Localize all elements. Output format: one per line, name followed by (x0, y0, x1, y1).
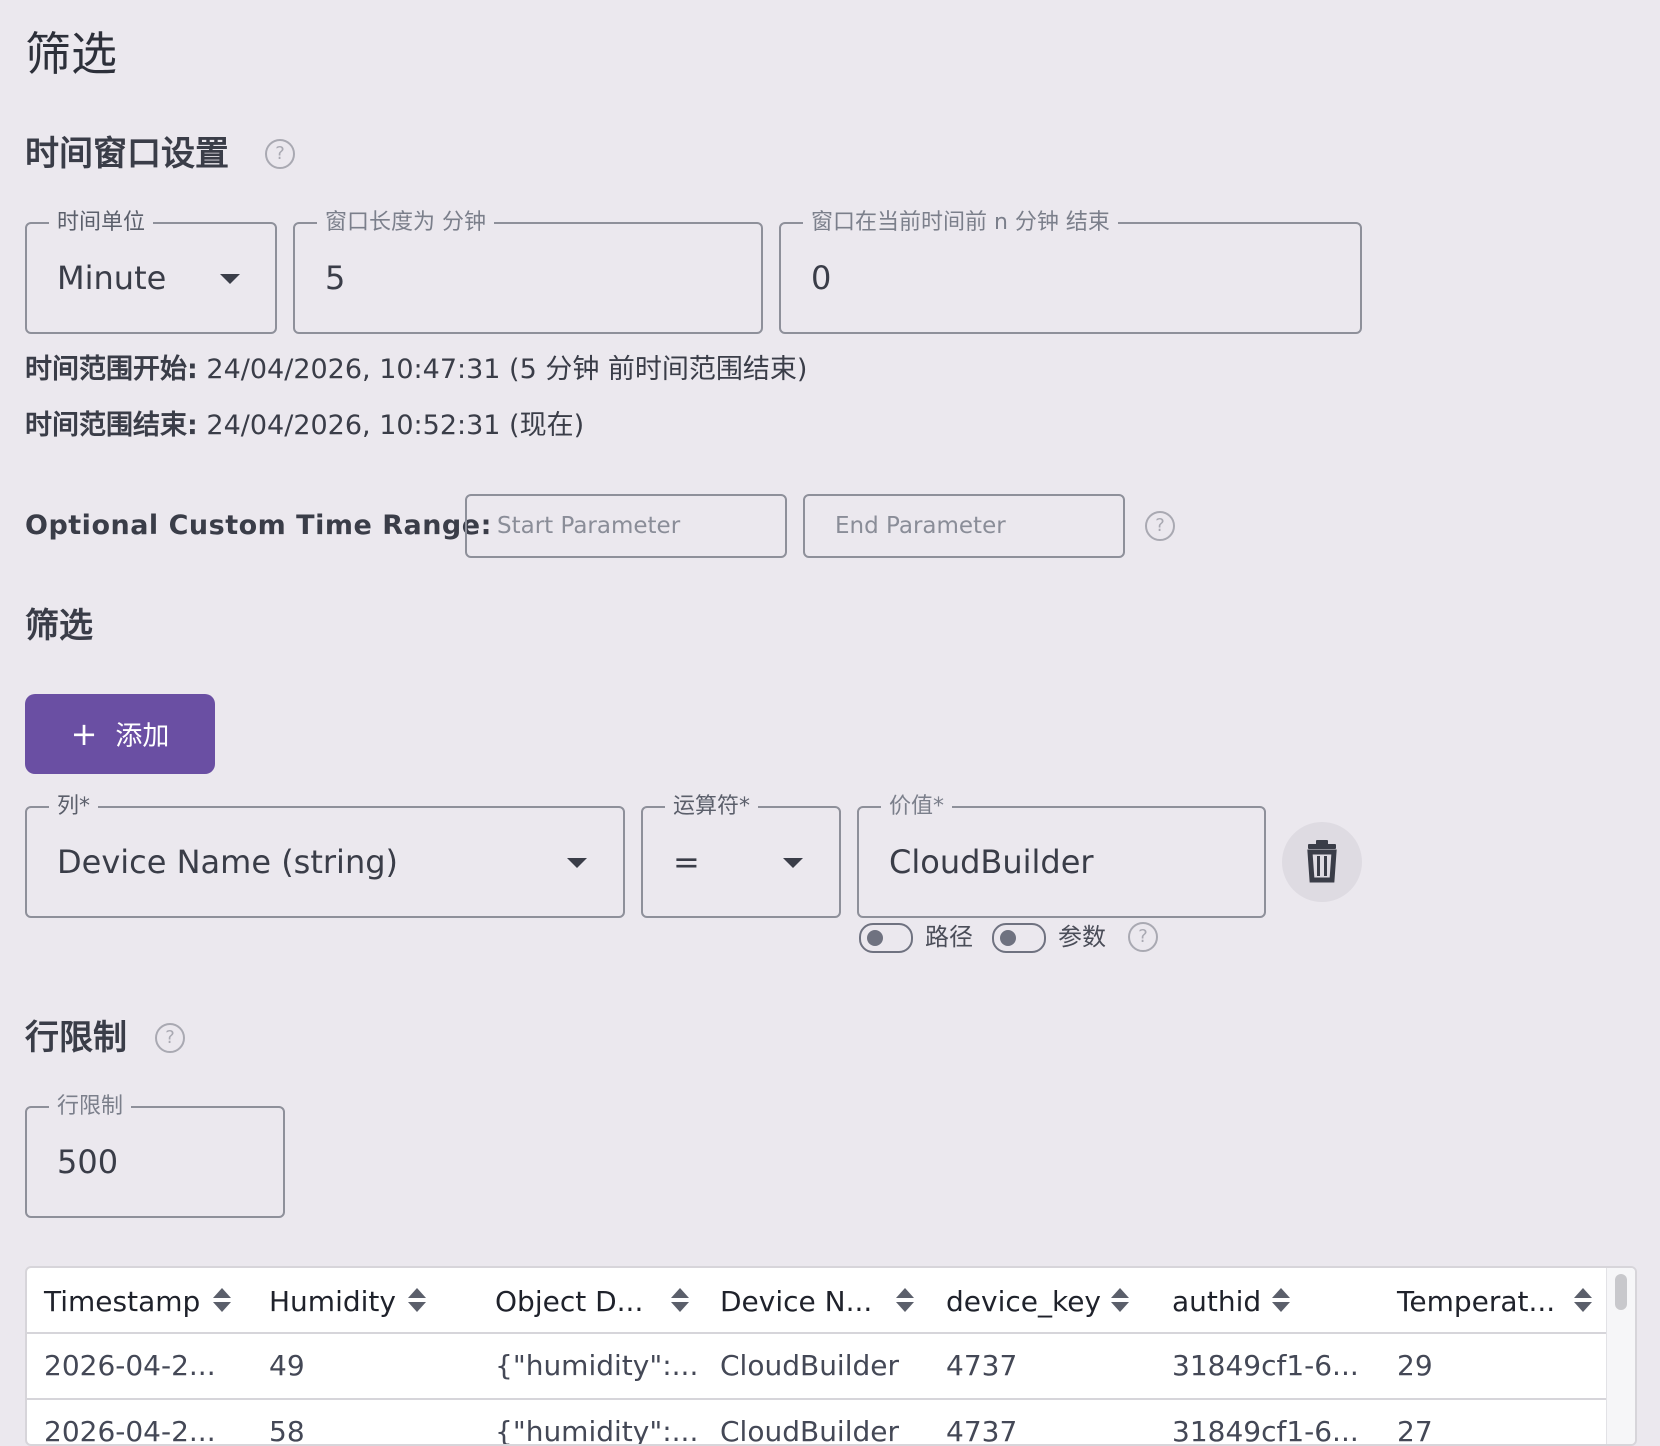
column-value: Device Name (string) (57, 843, 399, 881)
cell-object-data: {"humidity":... (495, 1415, 699, 1446)
scrollbar-thumb[interactable] (1615, 1274, 1627, 1310)
range-start-line: 时间范围开始: 24/04/2026, 10:47:31 (5 分钟 前时间范围… (25, 352, 807, 388)
param-toggle[interactable] (992, 923, 1046, 953)
custom-range-label: Optional Custom Time Range: (25, 510, 492, 541)
range-end-value: 24/04/2026, 10:52:31 (现在) (206, 410, 585, 441)
end-parameter-input[interactable]: End Parameter (803, 494, 1125, 558)
operator-value: = (673, 843, 700, 881)
cell-device-key: 4737 (946, 1415, 1018, 1446)
value-value: CloudBuilder (889, 843, 1094, 881)
range-end-label: 时间范围结束: (25, 410, 198, 441)
param-toggle-label: 参数 (1058, 923, 1106, 951)
column-header-timestamp[interactable]: Timestamp (44, 1284, 200, 1320)
range-start-label: 时间范围开始: (25, 354, 198, 385)
time-unit-label: 时间单位 (49, 208, 154, 238)
plus-icon: + (70, 715, 98, 753)
sort-icon[interactable] (671, 1288, 689, 1312)
operator-label: 运算符* (665, 792, 759, 822)
path-toggle-label: 路径 (925, 923, 973, 951)
cell-authid: 31849cf1-6... (1172, 1349, 1359, 1382)
window-length-label: 窗口长度为 分钟 (317, 208, 494, 238)
header-divider (27, 1332, 1607, 1334)
cell-device-name: CloudBuilder (720, 1349, 900, 1382)
row-limit-input[interactable]: 行限制 500 (25, 1092, 285, 1218)
cell-object-data: {"humidity":... (495, 1349, 699, 1382)
sort-icon[interactable] (896, 1288, 914, 1312)
sort-icon[interactable] (1574, 1288, 1592, 1312)
add-filter-label: 添加 (115, 721, 170, 752)
add-filter-button[interactable]: + 添加 (25, 694, 215, 774)
row-limit-label: 行限制 (49, 1092, 132, 1122)
cell-humidity: 58 (269, 1415, 305, 1446)
chevron-down-icon (220, 274, 240, 284)
column-label: 列* (49, 792, 99, 822)
column-header-device-key[interactable]: device_key (946, 1284, 1101, 1320)
help-icon[interactable]: ? (155, 1023, 185, 1053)
cell-temperature: 27 (1397, 1415, 1433, 1446)
results-table: Timestamp Humidity Object D... Device N.… (25, 1266, 1637, 1446)
window-offset-label: 窗口在当前时间前 n 分钟 结束 (803, 208, 1118, 238)
column-select[interactable]: 列* Device Name (string) (25, 792, 625, 918)
trash-icon (1307, 840, 1337, 883)
page-title: 筛选 (25, 27, 117, 81)
table-scrollbar[interactable] (1606, 1268, 1635, 1444)
path-toggle[interactable] (859, 923, 913, 953)
cell-timestamp: 2026-04-2... (44, 1415, 216, 1446)
help-icon[interactable]: ? (1128, 922, 1158, 952)
row-limit-title: 行限制 (25, 1018, 127, 1058)
toggle-knob (1000, 930, 1016, 946)
filters-title: 筛选 (25, 606, 93, 646)
cell-humidity: 49 (269, 1349, 305, 1382)
sort-icon[interactable] (1111, 1288, 1129, 1312)
row-limit-value: 500 (57, 1143, 119, 1181)
cell-device-name: CloudBuilder (720, 1415, 900, 1446)
start-parameter-input[interactable]: Start Parameter (465, 494, 787, 558)
window-offset-input[interactable]: 窗口在当前时间前 n 分钟 结束 0 (779, 208, 1362, 334)
operator-select[interactable]: 运算符* = (641, 792, 841, 918)
cell-timestamp: 2026-04-2... (44, 1349, 216, 1382)
time-unit-value: Minute (57, 259, 167, 297)
chevron-down-icon (567, 858, 587, 868)
time-window-title: 时间窗口设置 (25, 134, 229, 174)
column-header-temperature[interactable]: Temperat... (1397, 1284, 1555, 1320)
delete-filter-button[interactable] (1282, 822, 1362, 902)
value-label: 价值* (881, 792, 953, 822)
window-length-value: 5 (325, 259, 346, 297)
sort-icon[interactable] (213, 1288, 231, 1312)
cell-device-key: 4737 (946, 1349, 1018, 1382)
help-icon[interactable]: ? (265, 139, 295, 169)
column-header-humidity[interactable]: Humidity (269, 1284, 396, 1320)
help-icon[interactable]: ? (1145, 511, 1175, 541)
cell-authid: 31849cf1-6... (1172, 1415, 1359, 1446)
column-header-object-data[interactable]: Object D... (495, 1284, 643, 1320)
row-divider (27, 1398, 1607, 1400)
cell-temperature: 29 (1397, 1349, 1433, 1382)
column-header-device-name[interactable]: Device N... (720, 1284, 872, 1320)
column-header-authid[interactable]: authid (1172, 1284, 1261, 1320)
toggle-knob (867, 930, 883, 946)
value-input[interactable]: 价值* CloudBuilder (857, 792, 1266, 918)
range-end-line: 时间范围结束: 24/04/2026, 10:52:31 (现在) (25, 408, 584, 444)
range-start-value: 24/04/2026, 10:47:31 (5 分钟 前时间范围结束) (206, 354, 808, 385)
sort-icon[interactable] (1272, 1288, 1290, 1312)
sort-icon[interactable] (408, 1288, 426, 1312)
chevron-down-icon (783, 858, 803, 868)
window-length-input[interactable]: 窗口长度为 分钟 5 (293, 208, 763, 334)
time-unit-select[interactable]: 时间单位 Minute (25, 208, 277, 334)
window-offset-value: 0 (811, 259, 832, 297)
